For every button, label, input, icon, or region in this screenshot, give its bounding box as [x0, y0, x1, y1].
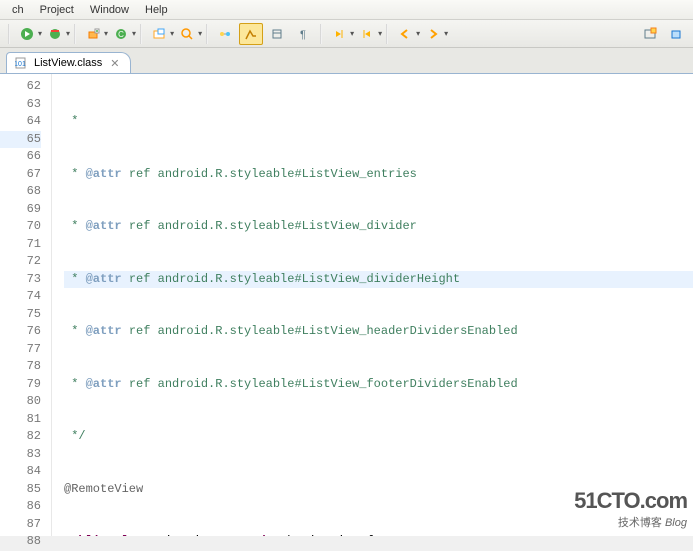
line-num: 67: [0, 166, 41, 184]
dropdown-icon[interactable]: ▾: [132, 29, 136, 38]
menu-bar: ch Project Window Help: [0, 0, 693, 20]
toggle-block-button[interactable]: [265, 23, 289, 45]
perspective-button[interactable]: [638, 23, 662, 45]
line-num: 62: [0, 78, 41, 96]
new-package-button[interactable]: [81, 23, 105, 45]
toggle-whitespace-button[interactable]: ¶: [291, 23, 315, 45]
code-line: * @attr ref android.R.styleable#ListView…: [64, 218, 693, 236]
separator: [8, 24, 10, 44]
line-num: 87: [0, 516, 41, 534]
line-num: 73: [0, 271, 41, 289]
dropdown-icon[interactable]: ▾: [170, 29, 174, 38]
code-area[interactable]: * * @attr ref android.R.styleable#ListVi…: [52, 74, 693, 536]
line-num: 74: [0, 288, 41, 306]
dropdown-icon[interactable]: ▾: [444, 29, 448, 38]
line-num: 70: [0, 218, 41, 236]
debug-button[interactable]: [43, 23, 67, 45]
code-line: */: [64, 428, 693, 446]
line-num: 81: [0, 411, 41, 429]
svg-text:¶: ¶: [300, 29, 306, 41]
next-annotation-button[interactable]: [327, 23, 351, 45]
line-num: 63: [0, 96, 41, 114]
dropdown-icon[interactable]: ▾: [66, 29, 70, 38]
dropdown-icon[interactable]: ▾: [416, 29, 420, 38]
line-num: 84: [0, 463, 41, 481]
run-button[interactable]: [15, 23, 39, 45]
svg-text:C: C: [118, 30, 124, 39]
editor-tabs: 101 ListView.class ✕: [0, 48, 693, 74]
separator: [386, 24, 388, 44]
menu-window[interactable]: Window: [82, 1, 137, 19]
toggle-mark-button[interactable]: [239, 23, 263, 45]
separator: [140, 24, 142, 44]
code-line: *: [64, 113, 693, 131]
forward-button[interactable]: [421, 23, 445, 45]
code-line-highlighted: * @attr ref android.R.styleable#ListView…: [64, 271, 693, 289]
new-class-button[interactable]: C: [109, 23, 133, 45]
svg-text:101: 101: [15, 61, 26, 68]
tab-filename: ListView.class: [34, 57, 102, 69]
line-num: 64: [0, 113, 41, 131]
dropdown-icon[interactable]: ▾: [38, 29, 42, 38]
open-type-button[interactable]: [147, 23, 171, 45]
line-num: 76: [0, 323, 41, 341]
line-num: 78: [0, 358, 41, 376]
separator: [320, 24, 322, 44]
line-num: 80: [0, 393, 41, 411]
separator: [74, 24, 76, 44]
line-num: 66: [0, 148, 41, 166]
code-editor[interactable]: 62 63 64 65 66 67 68 69 70 71 72 73 74 7…: [0, 74, 693, 536]
line-num: 75: [0, 306, 41, 324]
search-button[interactable]: [175, 23, 199, 45]
toolbar: ▾ ▾ ▾ C ▾ ▾ ▾ ¶ ▾ ▾ ▾ ▾: [0, 20, 693, 48]
java-perspective-button[interactable]: [664, 23, 688, 45]
prev-annotation-button[interactable]: [355, 23, 379, 45]
dropdown-icon[interactable]: ▾: [104, 29, 108, 38]
code-line: * @attr ref android.R.styleable#ListView…: [64, 323, 693, 341]
line-num: 82: [0, 428, 41, 446]
close-icon[interactable]: ✕: [110, 57, 119, 70]
menu-help[interactable]: Help: [137, 1, 176, 19]
code-line: * @attr ref android.R.styleable#ListView…: [64, 166, 693, 184]
line-num: 86: [0, 498, 41, 516]
menu-search[interactable]: ch: [4, 1, 32, 19]
line-num: 79: [0, 376, 41, 394]
separator: [206, 24, 208, 44]
back-button[interactable]: [393, 23, 417, 45]
dropdown-icon[interactable]: ▾: [378, 29, 382, 38]
menu-project[interactable]: Project: [32, 1, 82, 19]
line-numbers: 62 63 64 65 66 67 68 69 70 71 72 73 74 7…: [0, 74, 52, 536]
line-num: 72: [0, 253, 41, 271]
code-line: @RemoteView: [64, 481, 693, 499]
line-num: 68: [0, 183, 41, 201]
tab-listview[interactable]: 101 ListView.class ✕: [6, 52, 131, 73]
line-num: 83: [0, 446, 41, 464]
dropdown-icon[interactable]: ▾: [350, 29, 354, 38]
class-file-icon: 101: [15, 57, 29, 69]
line-num: 85: [0, 481, 41, 499]
line-num: 77: [0, 341, 41, 359]
line-num: 65: [0, 131, 41, 149]
line-num: 71: [0, 236, 41, 254]
line-num: 69: [0, 201, 41, 219]
code-line: * @attr ref android.R.styleable#ListView…: [64, 376, 693, 394]
dropdown-icon[interactable]: ▾: [198, 29, 202, 38]
toggle-breadcrumb-button[interactable]: [213, 23, 237, 45]
